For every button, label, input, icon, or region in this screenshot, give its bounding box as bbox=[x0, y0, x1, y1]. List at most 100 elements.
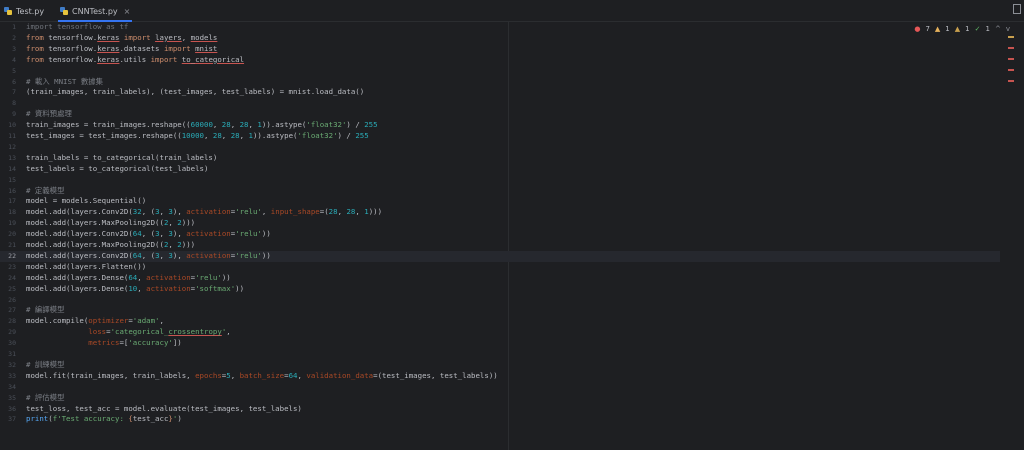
code-line[interactable]: 1 import tensorflow as tf bbox=[0, 22, 1000, 33]
error-count: 7 bbox=[925, 25, 930, 33]
code-text: model.add(layers.Dense(10, activation='s… bbox=[26, 284, 244, 295]
code-text: model.fit(train_images, train_labels, ep… bbox=[26, 371, 498, 382]
code-line[interactable]: 34 bbox=[0, 382, 1000, 393]
code-token: tensorflow. bbox=[48, 43, 98, 53]
code-line[interactable]: 25 model.add(layers.Dense(10, activation=… bbox=[0, 284, 1000, 295]
tab-cnntest-py[interactable]: CNNTest.py × bbox=[58, 0, 133, 22]
code-token: epochs bbox=[195, 370, 222, 380]
code-line[interactable]: 24 model.add(layers.Dense(64, activation=… bbox=[0, 273, 1000, 284]
code-line[interactable]: 31 bbox=[0, 349, 1000, 360]
code-token: model.compile( bbox=[26, 316, 89, 326]
code-token: optimizer bbox=[88, 316, 129, 326]
code-token: model = models.Sequential() bbox=[26, 196, 147, 206]
code-token: 28 bbox=[221, 120, 231, 130]
next-problem-icon[interactable]: v bbox=[1006, 25, 1010, 33]
stripe-mark[interactable] bbox=[1008, 36, 1014, 38]
code-line[interactable]: 27 # 編譯模型 bbox=[0, 305, 1000, 316]
warning-count: 1 bbox=[945, 25, 950, 33]
code-token: )) bbox=[261, 250, 271, 260]
code-token: ))) bbox=[181, 218, 196, 228]
code-line[interactable]: 2 from tensorflow.keras import layers, mo… bbox=[0, 33, 1000, 44]
tab-actions-icon[interactable] bbox=[1013, 4, 1021, 14]
code-line[interactable]: 11 test_images = test_images.reshape((100… bbox=[0, 131, 1000, 142]
code-token: model.add(layers.Conv2D( bbox=[26, 250, 133, 260]
code-line[interactable]: 5 bbox=[0, 66, 1000, 77]
code-token: model.fit(train_images, train_labels, bbox=[26, 370, 196, 380]
stripe-mark[interactable] bbox=[1008, 47, 1014, 49]
code-line[interactable]: 20 model.add(layers.Conv2D(64, (3, 3), ac… bbox=[0, 229, 1000, 240]
code-token: model.add(layers.Flatten()) bbox=[26, 261, 147, 271]
line-number: 5 bbox=[12, 66, 16, 75]
stripe-mark[interactable] bbox=[1008, 58, 1014, 60]
previous-problem-icon[interactable]: ^ bbox=[995, 25, 1001, 33]
code-text: # 定義模型 bbox=[26, 186, 64, 197]
stripe-mark[interactable] bbox=[1008, 69, 1014, 71]
code-token: 64 bbox=[128, 272, 138, 282]
code-line[interactable]: 36 test_loss, test_acc = model.evaluate(t… bbox=[0, 404, 1000, 415]
code-text: model.add(layers.MaxPooling2D((2, 2))) bbox=[26, 218, 195, 229]
code-token: 28 bbox=[212, 131, 222, 140]
code-line[interactable]: 26 bbox=[0, 295, 1000, 306]
code-line[interactable]: 21 model.add(layers.MaxPooling2D((2, 2))) bbox=[0, 240, 1000, 251]
code-line[interactable]: 9 # 資料預處理 bbox=[0, 109, 1000, 120]
code-line[interactable]: 3 from tensorflow.keras.datasets import m… bbox=[0, 44, 1000, 55]
tab-test-py[interactable]: Test.py bbox=[4, 0, 44, 22]
code-token: 28 bbox=[328, 207, 338, 217]
code-line[interactable]: 13 train_labels = to_categorical(train_la… bbox=[0, 153, 1000, 164]
code-line[interactable]: 7 (train_images, train_labels), (test_ima… bbox=[0, 87, 1000, 98]
code-line[interactable]: 4 from tensorflow.keras.utils import to_c… bbox=[0, 55, 1000, 66]
line-number: 12 bbox=[8, 142, 16, 151]
code-line[interactable]: 10 train_images = train_images.reshape((6… bbox=[0, 120, 1000, 131]
code-line[interactable]: 37 print(f'Test accuracy: {test_acc}') bbox=[0, 414, 1000, 425]
code-line[interactable]: 19 model.add(layers.MaxPooling2D((2, 2))) bbox=[0, 218, 1000, 229]
code-line[interactable]: 18 model.add(layers.Conv2D(32, (3, 3), ac… bbox=[0, 207, 1000, 218]
code-text: from tensorflow.keras import layers, mod… bbox=[26, 33, 217, 44]
code-text: metrics=['accuracy']) bbox=[26, 338, 181, 349]
code-line[interactable]: 29 loss='categorical_crossentropy', bbox=[0, 327, 1000, 338]
code-line[interactable]: 30 metrics=['accuracy']) bbox=[0, 338, 1000, 349]
code-line[interactable]: 33 model.fit(train_images, train_labels, … bbox=[0, 371, 1000, 382]
code-line[interactable]: 8 bbox=[0, 98, 1000, 109]
code-line[interactable]: 14 test_labels = to_categorical(test_labe… bbox=[0, 164, 1000, 175]
code-token: import tensorflow as tf bbox=[26, 22, 129, 31]
code-line[interactable]: 15 bbox=[0, 175, 1000, 186]
code-line[interactable]: 6 # 載入 MNIST 數據集 bbox=[0, 77, 1000, 88]
stripe-mark[interactable] bbox=[1008, 80, 1014, 82]
inspection-widget[interactable]: ● 7 ▲ 1 ▲ 1 ✓ 1 ^ v bbox=[914, 25, 1010, 33]
code-line[interactable]: 16 # 定義模型 bbox=[0, 186, 1000, 197]
code-line[interactable]: 12 bbox=[0, 142, 1000, 153]
code-line[interactable]: 17 model = models.Sequential() bbox=[0, 196, 1000, 207]
code-line[interactable]: 23 model.add(layers.Flatten()) bbox=[0, 262, 1000, 273]
code-token: )) bbox=[261, 229, 271, 239]
line-number: 3 bbox=[12, 44, 16, 53]
code-token: , bbox=[230, 120, 240, 130]
line-number: 7 bbox=[12, 88, 16, 97]
tab-label: CNNTest.py bbox=[72, 6, 118, 16]
code-text: model.add(layers.MaxPooling2D((2, 2))) bbox=[26, 240, 195, 251]
line-number: 24 bbox=[8, 273, 16, 282]
code-token: ), bbox=[172, 229, 187, 239]
code-token: ))) bbox=[181, 240, 196, 249]
code-token: )) bbox=[235, 283, 245, 293]
line-number: 21 bbox=[8, 241, 16, 249]
code-token: 'float32' bbox=[297, 131, 338, 140]
code-token: )).astype( bbox=[261, 120, 307, 130]
line-number: 4 bbox=[12, 55, 16, 64]
close-tab-icon[interactable]: × bbox=[124, 7, 131, 16]
code-line[interactable]: 35 # 評估模型 bbox=[0, 393, 1000, 404]
code-token: keras bbox=[97, 32, 120, 42]
code-token: ), bbox=[172, 250, 187, 260]
code-token: , bbox=[159, 316, 164, 326]
code-line[interactable]: 22 model.add(layers.Conv2D(64, (3, 3), ac… bbox=[0, 250, 1000, 262]
code-token: model.add(layers.MaxPooling2D(( bbox=[26, 240, 164, 249]
code-token: 28 bbox=[230, 131, 240, 140]
code-text: model.add(layers.Dense(64, activation='r… bbox=[26, 273, 231, 284]
line-number: 30 bbox=[8, 339, 16, 348]
code-token: 60000 bbox=[190, 120, 213, 130]
code-editor[interactable]: 1 import tensorflow as tf 2 from tensorflow… bbox=[0, 22, 1024, 450]
code-line[interactable]: 32 # 訓練模型 bbox=[0, 360, 1000, 371]
code-text: train_labels = to_categorical(train_labe… bbox=[26, 153, 217, 164]
code-token: 'relu' bbox=[235, 207, 262, 217]
code-token: , bbox=[168, 240, 178, 249]
code-line[interactable]: 28 model.compile(optimizer='adam', bbox=[0, 316, 1000, 327]
